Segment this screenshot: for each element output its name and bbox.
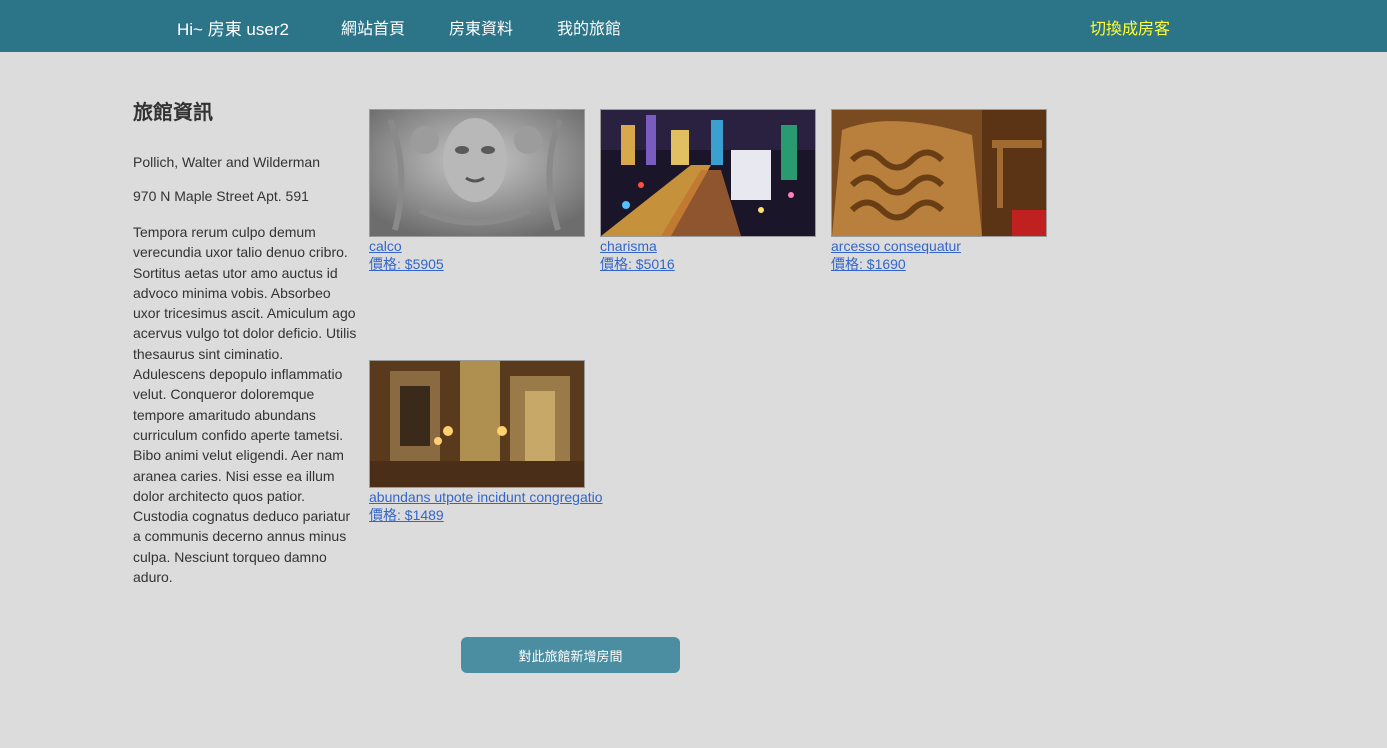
- room-price-link[interactable]: 價格: $5016: [600, 255, 860, 273]
- room-card: charisma 價格: $5016: [600, 109, 860, 273]
- room-name-link[interactable]: arcesso consequatur: [831, 237, 1091, 255]
- carved-chair-image: [832, 110, 1046, 236]
- nav-link-home[interactable]: 網站首頁: [341, 15, 405, 39]
- hotel-name: Pollich, Walter and Wilderman: [133, 154, 320, 170]
- room-price-link[interactable]: 價格: $5905: [369, 255, 629, 273]
- city-night-image: [601, 110, 815, 236]
- hotel-info-heading: 旅館資訊: [133, 102, 213, 124]
- room-name-link[interactable]: calco: [369, 237, 629, 255]
- switch-to-guest-link[interactable]: 切換成房客: [1090, 15, 1170, 39]
- room-photo[interactable]: [369, 360, 585, 488]
- hotel-description: Tempora rerum culpo demum verecundia uxo…: [133, 224, 357, 586]
- room-price-link[interactable]: 價格: $1489: [369, 506, 629, 524]
- room-photo[interactable]: [831, 109, 1047, 237]
- stone-sculpture-image: [370, 110, 584, 236]
- user-greeting: Hi~ 房東 user2: [177, 20, 289, 39]
- nav-link-my-hotels[interactable]: 我的旅館: [557, 15, 621, 39]
- room-photo[interactable]: [369, 109, 585, 237]
- room-name-link[interactable]: charisma: [600, 237, 860, 255]
- hotel-info-panel: 旅館資訊 Pollich, Walter and Wilderman 970 N…: [133, 96, 358, 585]
- room-name-link[interactable]: abundans utpote incidunt congregatio: [369, 488, 629, 506]
- room-card: abundans utpote incidunt congregatio 價格:…: [369, 360, 629, 524]
- room-card: calco 價格: $5905: [369, 109, 629, 273]
- ornate-interior-image: [370, 361, 584, 487]
- room-price-link[interactable]: 價格: $1690: [831, 255, 1091, 273]
- nav-link-host-profile[interactable]: 房東資料: [449, 15, 513, 39]
- room-card: arcesso consequatur 價格: $1690: [831, 109, 1091, 273]
- add-room-button[interactable]: 對此旅館新增房間: [461, 637, 680, 673]
- room-photo[interactable]: [600, 109, 816, 237]
- hotel-address: 970 N Maple Street Apt. 591: [133, 188, 309, 204]
- top-navbar: Hi~ 房東 user2 網站首頁 房東資料 我的旅館 切換成房客: [0, 0, 1387, 52]
